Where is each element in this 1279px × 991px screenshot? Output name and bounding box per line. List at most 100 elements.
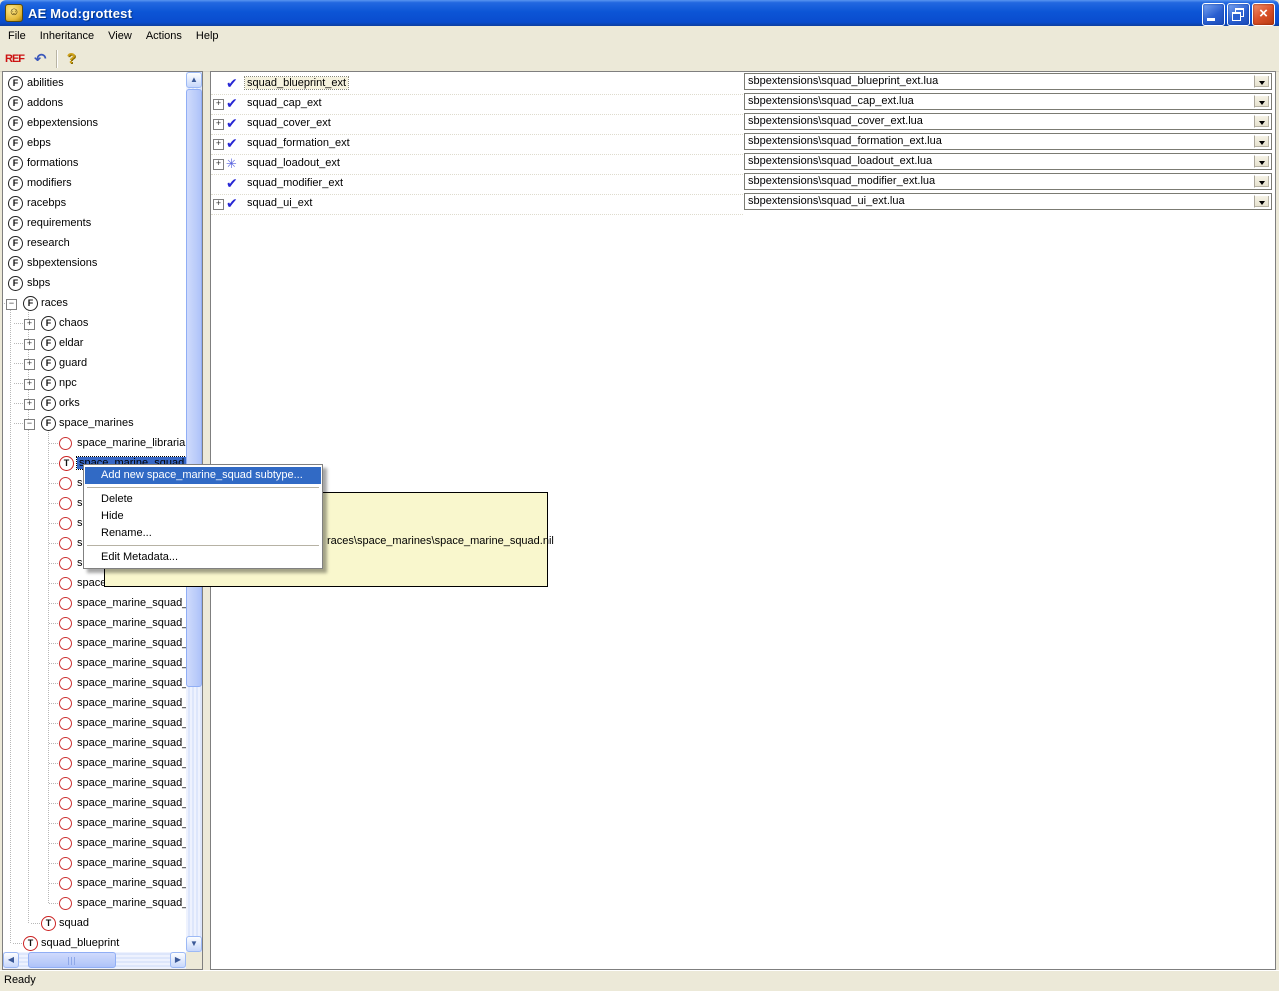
tree-item[interactable]: Febpextensions [3,114,186,134]
tree-item[interactable]: Fracebps [3,194,186,214]
close-button[interactable]: × [1252,3,1275,26]
collapse-box-icon[interactable]: − [6,299,17,310]
tree-connector-line [14,343,23,344]
tree-item-label: space_marine_squad_ [77,817,186,829]
tree-item[interactable]: + Forks [3,394,186,414]
horizontal-scroll-thumb[interactable] [28,952,116,968]
scroll-left-icon[interactable]: ◀ [3,952,19,968]
collapse-box-icon[interactable]: − [24,419,35,430]
chevron-down-icon[interactable] [1254,75,1270,88]
expand-box-icon[interactable]: + [24,319,35,330]
combobox-value: sbpextensions\squad_formation_ext.lua [748,135,942,147]
folder-f-icon: F [41,396,56,411]
tree-item[interactable]: space_marine_squad_ [3,634,186,654]
instance-icon [59,797,72,810]
tree-item[interactable]: space_marine_squad_ [3,654,186,674]
tree-item-label: space_marine_squad_ [77,797,186,809]
chevron-down-icon[interactable] [1254,175,1270,188]
tree-item[interactable]: space_marine_squad_ [3,874,186,894]
tree-item-label: racebps [27,197,67,209]
extension-value-combobox[interactable]: sbpextensions\squad_loadout_ext.lua [744,153,1272,170]
tree-item[interactable]: space_marine_squad_ [3,754,186,774]
tree-item[interactable]: space_marine_squad_ [3,674,186,694]
menu-inheritance[interactable]: Inheritance [33,28,101,44]
tree-item[interactable]: Tsquad_blueprint [3,934,186,952]
tree-item[interactable]: space_marine_squad_ [3,594,186,614]
extension-value-combobox[interactable]: sbpextensions\squad_blueprint_ext.lua [744,73,1272,90]
tree-item[interactable]: Frequirements [3,214,186,234]
context-menu-item[interactable]: Delete [85,491,321,508]
chevron-down-icon[interactable] [1254,115,1270,128]
scroll-down-icon[interactable]: ▼ [186,936,202,952]
chevron-down-icon[interactable] [1254,95,1270,108]
tree-item[interactable]: Fsbps [3,274,186,294]
tree-item[interactable]: Fresearch [3,234,186,254]
expand-box-icon[interactable]: + [24,359,35,370]
expand-box-icon[interactable]: + [24,399,35,410]
minimize-icon [1207,18,1215,21]
tree-item[interactable]: + Fnpc [3,374,186,394]
tree-item[interactable]: space_marine_squad_ [3,774,186,794]
menu-actions[interactable]: Actions [139,28,189,44]
chevron-down-icon[interactable] [1254,135,1270,148]
minimize-button[interactable] [1202,3,1225,26]
scroll-right-icon[interactable]: ▶ [170,952,186,968]
menu-view[interactable]: View [101,28,139,44]
tree-item[interactable]: space_marine_squad_ [3,794,186,814]
tree-item[interactable]: − Fraces [3,294,186,314]
expand-box-icon[interactable]: + [24,379,35,390]
tree-connector-line [31,923,40,924]
tree-item[interactable]: space_marine_squad_ [3,694,186,714]
tree-item[interactable]: + Feldar [3,334,186,354]
extension-value-combobox[interactable]: sbpextensions\squad_cap_ext.lua [744,93,1272,110]
tree-item[interactable]: Febps [3,134,186,154]
extension-value-combobox[interactable]: sbpextensions\squad_cover_ext.lua [744,113,1272,130]
vertical-scroll-thumb[interactable] [186,89,202,687]
tree-item-label: s [77,517,83,529]
context-menu-item[interactable]: Add new space_marine_squad subtype... [85,467,321,484]
tree-item[interactable]: space_marine_squad_ [3,614,186,634]
tree-horizontal-scrollbar[interactable]: ◀ ▶ [3,952,186,969]
tree-item[interactable]: Fabilities [3,74,186,94]
scroll-up-icon[interactable]: ▲ [186,72,202,88]
tree-item-label: s [77,477,83,489]
extension-value-combobox[interactable]: sbpextensions\squad_formation_ext.lua [744,133,1272,150]
tree-item-label: space_marine_squad_ [77,777,186,789]
extension-value-combobox[interactable]: sbpextensions\squad_ui_ext.lua [744,193,1272,210]
tree-item-label: space_marine_squad_ [77,617,186,629]
toolbar-separator [55,49,58,68]
menu-help[interactable]: Help [189,28,226,44]
expand-box-icon[interactable]: + [24,339,35,350]
tree-item[interactable]: space_marine_squad_ [3,714,186,734]
tree-item[interactable]: Tsquad [3,914,186,934]
context-menu-item[interactable]: Edit Metadata... [85,549,321,566]
extension-value-combobox[interactable]: sbpextensions\squad_modifier_ext.lua [744,173,1272,190]
tree-item[interactable]: Fsbpextensions [3,254,186,274]
tree-item[interactable]: space_marine_squad_ [3,814,186,834]
tree-item[interactable]: + Fguard [3,354,186,374]
tree-item-label: space [77,577,107,589]
tree-item[interactable]: space_marine_squad_ [3,854,186,874]
chevron-down-icon[interactable] [1254,195,1270,208]
tree-item[interactable]: Fmodifiers [3,174,186,194]
tree-item-label: space_marine_squad_ [77,657,186,669]
tree-item-label: modifiers [27,177,72,189]
tree-connector-line [49,483,58,484]
tree-item[interactable]: space_marine_squad_ [3,834,186,854]
ref-button[interactable]: REF [2,48,27,69]
tree-item[interactable]: Fformations [3,154,186,174]
undo-icon[interactable]: ↶ [31,48,50,69]
restore-button[interactable] [1227,3,1250,26]
help-icon[interactable]: ? [64,48,79,69]
tree-item[interactable]: − Fspace_marines [3,414,186,434]
tree-item[interactable]: space_marine_librarian [3,434,186,454]
instance-icon [59,757,72,770]
tree-item[interactable]: space_marine_squad_ [3,734,186,754]
menu-file[interactable]: File [1,28,33,44]
chevron-down-icon[interactable] [1254,155,1270,168]
tree-item[interactable]: + Fchaos [3,314,186,334]
tree-item[interactable]: space_marine_squad_ [3,894,186,914]
tree-item[interactable]: Faddons [3,94,186,114]
context-menu-item[interactable]: Hide [85,508,321,525]
context-menu-item[interactable]: Rename... [85,525,321,542]
